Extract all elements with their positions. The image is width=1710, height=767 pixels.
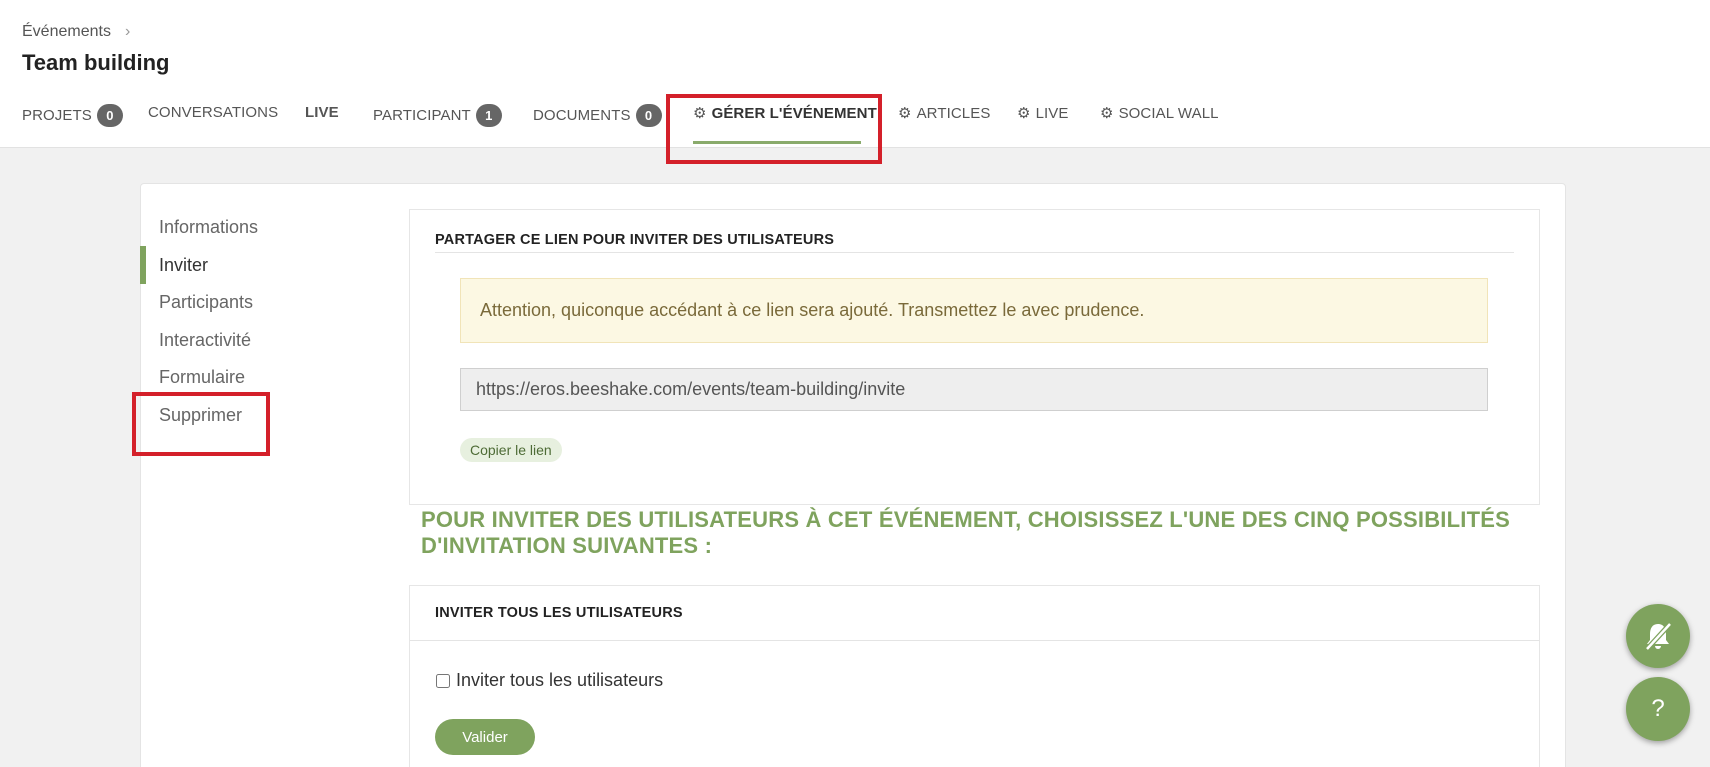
help-button[interactable]: ? — [1626, 677, 1690, 741]
highlight-box-manage-event — [666, 94, 882, 164]
invite-all-checkbox[interactable] — [436, 673, 450, 688]
warning-alert: Attention, quiconque accédant à ce lien … — [460, 278, 1488, 343]
gear-icon: ⚙ — [1100, 105, 1114, 122]
tab-projets[interactable]: PROJETS 0 — [22, 104, 123, 127]
count-badge: 0 — [635, 104, 662, 127]
tab-label: DOCUMENTS — [533, 107, 631, 124]
tab-live-settings[interactable]: ⚙ LIVE — [1017, 104, 1069, 123]
tab-participant[interactable]: PARTICIPANT 1 — [373, 104, 502, 127]
sidenav-item-formulaire[interactable]: Formulaire — [159, 367, 245, 388]
sidenav-item-inviter[interactable]: Inviter — [159, 255, 208, 276]
copy-link-button[interactable]: Copier le lien — [460, 438, 562, 462]
sidenav-item-informations[interactable]: Informations — [159, 217, 258, 238]
submit-button[interactable]: Valider — [435, 719, 535, 755]
tab-live[interactable]: LIVE — [305, 104, 339, 121]
invite-all-checkbox-row[interactable]: Inviter tous les utilisateurs — [436, 670, 663, 691]
invite-all-panel-title: INVITER TOUS LES UTILISATEURS — [435, 605, 683, 621]
gear-icon: ⚙ — [898, 105, 912, 122]
sidenav-item-participants[interactable]: Participants — [159, 292, 253, 313]
share-link-panel — [409, 209, 1540, 505]
panel-divider — [410, 640, 1539, 641]
tab-label: ARTICLES — [916, 104, 991, 122]
tab-label: LIVE — [305, 104, 339, 121]
help-icon: ? — [1651, 695, 1665, 722]
share-link-panel-title: PARTAGER CE LIEN POUR INVITER DES UTILIS… — [435, 232, 835, 248]
panel-divider — [435, 252, 1514, 253]
breadcrumb-link-events[interactable]: Événements — [22, 23, 111, 41]
tab-conversations[interactable]: CONVERSATIONS — [148, 104, 278, 121]
invite-link-field[interactable] — [460, 368, 1488, 411]
breadcrumb: Événements › — [22, 23, 130, 41]
sidenav-item-interactivite[interactable]: Interactivité — [159, 330, 251, 351]
tab-label: LIVE — [1035, 104, 1069, 122]
invite-options-heading: POUR INVITER DES UTILISATEURS À CET ÉVÉN… — [421, 507, 1510, 558]
tab-label: CONVERSATIONS — [148, 104, 279, 121]
count-badge: 0 — [96, 104, 123, 127]
tab-label: PARTICIPANT — [373, 107, 471, 124]
bell-slash-icon — [1645, 622, 1672, 651]
count-badge: 1 — [475, 104, 502, 127]
tab-label: SOCIAL WALL — [1118, 104, 1219, 122]
page-title: Team building — [22, 50, 170, 75]
tab-social-wall[interactable]: ⚙ SOCIAL WALL — [1100, 104, 1219, 123]
chevron-right-icon: › — [124, 23, 131, 40]
tab-documents[interactable]: DOCUMENTS 0 — [533, 104, 662, 127]
tab-label: PROJETS — [22, 107, 92, 124]
invite-all-checkbox-label: Inviter tous les utilisateurs — [456, 670, 664, 690]
highlight-box-supprimer — [132, 392, 270, 456]
notifications-toggle-button[interactable] — [1626, 604, 1690, 668]
sidenav-active-indicator — [140, 246, 146, 284]
tab-articles[interactable]: ⚙ ARTICLES — [898, 104, 991, 123]
gear-icon: ⚙ — [1017, 105, 1031, 122]
